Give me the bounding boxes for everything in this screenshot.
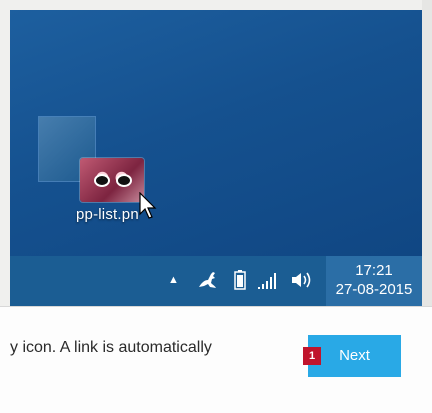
instruction-text: y icon. A link is automatically	[10, 339, 212, 356]
eye-left	[94, 174, 110, 187]
mouse-cursor-icon	[139, 192, 157, 219]
eye-right	[116, 174, 132, 187]
volume-icon[interactable]	[290, 270, 314, 290]
chevron-up-icon[interactable]: ▲	[168, 274, 179, 286]
frame-right	[422, 0, 432, 306]
image-file-icon[interactable]	[80, 158, 144, 202]
signal-icon[interactable]	[257, 272, 281, 290]
tutorial-panel: y icon. A link is automatically Next 1	[0, 306, 432, 413]
system-clock[interactable]: 17:21 27-08-2015	[326, 256, 422, 306]
clock-time: 17:21	[355, 262, 393, 279]
desktop-icon-label[interactable]: pp-list.pn	[76, 206, 139, 223]
frame-top	[0, 0, 432, 10]
next-button[interactable]: Next	[308, 335, 401, 377]
kangaroo-app-icon[interactable]	[196, 268, 218, 290]
taskbar: ▲ 17:21 27-08-2015	[10, 256, 422, 306]
battery-icon[interactable]	[234, 270, 246, 290]
clock-date: 27-08-2015	[335, 281, 413, 298]
step-number-badge: 1	[303, 347, 321, 365]
frame-left	[0, 0, 10, 306]
desktop: pp-list.pn ▲ 17:21 27-08-2015	[10, 10, 422, 306]
